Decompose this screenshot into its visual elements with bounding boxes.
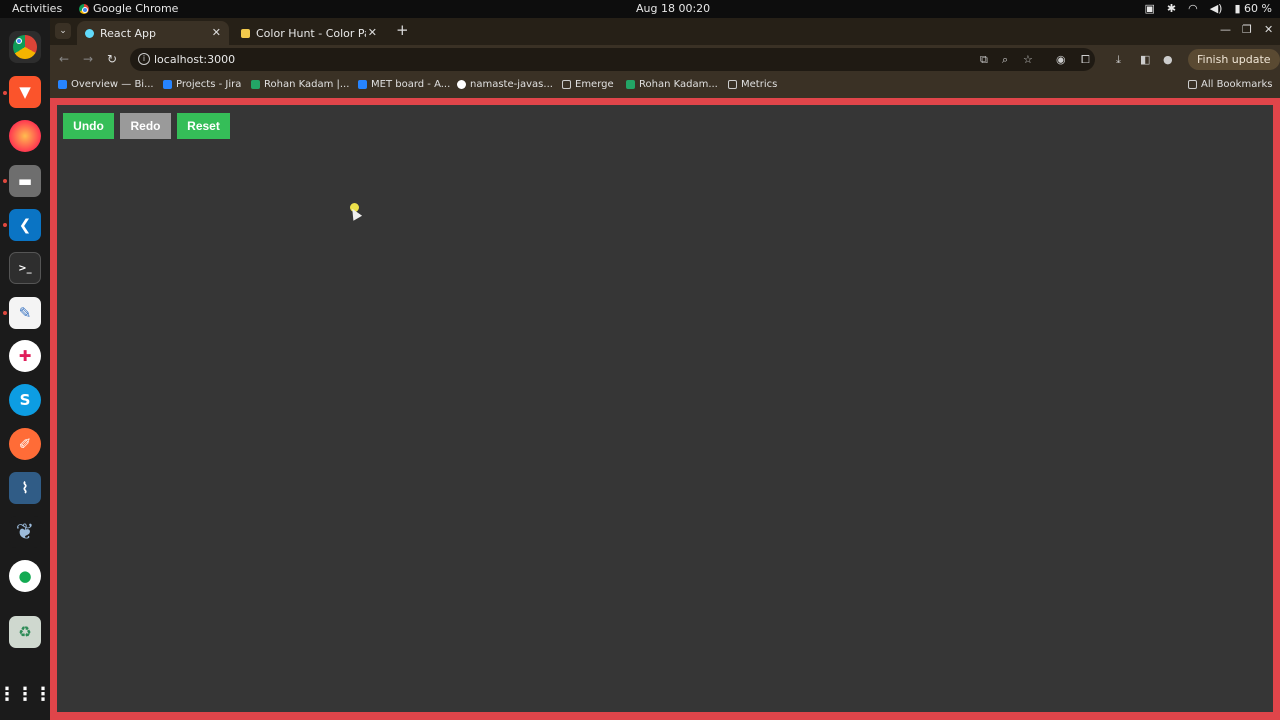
files-dock-icon[interactable]: ▬ <box>9 165 41 197</box>
bookmark-label: Emerge <box>575 79 614 90</box>
running-indicator <box>3 91 7 95</box>
terminal-dock-icon[interactable]: >_ <box>9 252 41 284</box>
battery-icon: ▮ <box>1234 2 1241 15</box>
sheets-icon <box>251 80 260 89</box>
running-indicator <box>3 223 7 227</box>
bookmark-label: Rohan Kadam... <box>639 79 718 90</box>
site-info-icon[interactable]: i <box>138 53 150 65</box>
bookmark-item[interactable]: Projects - Jira <box>163 79 241 90</box>
bookmark-icon <box>58 80 67 89</box>
react-icon <box>85 28 94 38</box>
forward-button[interactable]: → <box>83 52 93 66</box>
bookmark-label: Rohan Kadam |... <box>264 79 350 90</box>
download-icon[interactable]: ⤓ <box>1116 53 1121 67</box>
postman-dock-icon[interactable]: ✐ <box>9 428 41 460</box>
clock[interactable]: Aug 18 00:20 <box>636 2 710 15</box>
minimize-button[interactable]: — <box>1220 23 1231 36</box>
mongodb-compass-dock-icon[interactable]: ● <box>9 560 41 592</box>
chrome-icon <box>79 3 89 14</box>
volume-icon: ◀) <box>1209 2 1223 15</box>
tab-strip: ⌄ React App ✕ Color Hunt - Color Palett … <box>50 18 1280 45</box>
settings-icon: ✱ <box>1166 2 1177 15</box>
text-editor-dock-icon[interactable]: ✎ <box>9 297 41 329</box>
bookmark-label: Metrics <box>741 79 778 90</box>
close-tab-icon[interactable]: ✕ <box>212 26 221 39</box>
vscode-dock-icon[interactable]: ❮ <box>9 209 41 241</box>
page-viewport: Undo Redo Reset <box>50 98 1280 720</box>
folder-icon <box>562 80 571 89</box>
bookmark-folder[interactable]: Metrics <box>728 79 777 90</box>
url-text[interactable]: localhost:3000 <box>154 53 235 66</box>
bookmark-item[interactable]: Rohan Kadam... <box>626 79 718 90</box>
bookmark-label: Overview — Bi... <box>71 79 154 90</box>
running-indicator <box>3 311 7 315</box>
folder-icon <box>728 80 737 89</box>
running-indicator <box>3 179 7 183</box>
tab-label: Color Hunt - Color Palett <box>256 26 366 40</box>
skype-dock-icon[interactable]: S <box>9 384 41 416</box>
drawing-canvas[interactable]: Undo Redo Reset <box>57 105 1273 712</box>
app-menu[interactable]: Google Chrome <box>79 2 178 15</box>
bookmark-label: namaste-javas... <box>470 79 553 90</box>
bookmark-label: Projects - Jira <box>176 79 242 90</box>
browser-toolbar: ← → ↻ i localhost:3000 ⧉ ⌕ ☆ ◉ ⧠ ⤓ ◧ ● F… <box>50 45 1280 87</box>
bookmarks-bar: Overview — Bi... Projects - Jira Rohan K… <box>50 74 1280 98</box>
chrome-dock-icon[interactable] <box>9 31 41 63</box>
tab-color-hunt[interactable]: Color Hunt - Color Palett ✕ <box>233 21 385 45</box>
camera-icon: ▣ <box>1144 2 1155 15</box>
dock: ▼ ▬ ❮ >_ ✎ ✚ S ✐ ⌇ ❦ ● ♻ ⋮⋮⋮ <box>0 18 52 720</box>
pgadmin-dock-icon[interactable]: ❦ <box>9 516 41 548</box>
chrome-icon <box>13 35 37 59</box>
redo-button[interactable]: Redo <box>120 113 171 139</box>
address-bar[interactable]: i localhost:3000 ⧉ ⌕ ☆ <box>130 48 1095 71</box>
bookmark-item[interactable]: Rohan Kadam |... <box>251 79 349 90</box>
slack-dock-icon[interactable]: ✚ <box>9 340 41 372</box>
profile-avatar-icon[interactable]: ● <box>1163 53 1173 66</box>
extensions-puzzle-icon[interactable]: ⧠ <box>1081 53 1090 67</box>
tab-search-button[interactable]: ⌄ <box>55 23 71 39</box>
activities-button[interactable]: Activities <box>12 2 62 15</box>
sheets-icon <box>626 80 635 89</box>
show-apps-button[interactable]: ⋮⋮⋮ <box>0 678 52 710</box>
jira-icon <box>358 80 367 89</box>
tab-react-app[interactable]: React App ✕ <box>77 21 229 45</box>
bookmark-folder[interactable]: Emerge <box>562 79 614 90</box>
github-icon <box>457 80 466 89</box>
close-window-button[interactable]: ✕ <box>1264 23 1273 36</box>
finish-update-button[interactable]: Finish update ⋮ <box>1188 49 1280 87</box>
side-panel-icon[interactable]: ◧ <box>1140 53 1150 66</box>
bookmark-item[interactable]: namaste-javas... <box>457 79 553 90</box>
jira-icon <box>163 80 172 89</box>
extension-circle-icon[interactable]: ◉ <box>1056 53 1066 66</box>
finish-update-label: Finish update <box>1197 53 1271 66</box>
all-bookmarks-folder[interactable]: All Bookmarks <box>1188 79 1272 90</box>
reset-button[interactable]: Reset <box>177 113 230 139</box>
color-hunt-icon <box>241 28 250 38</box>
mysql-workbench-dock-icon[interactable]: ⌇ <box>9 472 41 504</box>
trash-dock-icon[interactable]: ♻ <box>9 616 41 648</box>
zoom-icon[interactable]: ⌕ <box>1002 53 1008 67</box>
new-tab-button[interactable]: + <box>396 21 409 39</box>
undo-button[interactable]: Undo <box>63 113 114 139</box>
battery-percent: 60 % <box>1244 2 1272 15</box>
install-app-icon[interactable]: ⧉ <box>980 53 988 67</box>
system-tray[interactable]: ▣ ✱ ◠ ◀) ▮ 60 % <box>1144 2 1272 15</box>
bookmark-label: MET board - A... <box>371 79 451 90</box>
reload-button[interactable]: ↻ <box>107 52 117 66</box>
back-button[interactable]: ← <box>59 52 69 66</box>
brave-dock-icon[interactable]: ▼ <box>9 76 41 108</box>
battery-indicator: ▮ 60 % <box>1234 2 1272 15</box>
app-name: Google Chrome <box>93 2 179 15</box>
wifi-icon: ◠ <box>1188 2 1198 15</box>
folder-icon <box>1188 80 1197 89</box>
system-top-bar: Activities Google Chrome Aug 18 00:20 ▣ … <box>0 0 1280 18</box>
bookmark-label: All Bookmarks <box>1201 79 1273 90</box>
bookmark-item[interactable]: Overview — Bi... <box>58 79 154 90</box>
close-tab-icon[interactable]: ✕ <box>368 26 377 39</box>
firefox-dock-icon[interactable] <box>9 120 41 152</box>
bookmark-item[interactable]: MET board - A... <box>358 79 450 90</box>
tab-label: React App <box>100 26 157 40</box>
bookmark-star-icon[interactable]: ☆ <box>1023 53 1033 66</box>
maximize-button[interactable]: ❐ <box>1242 23 1252 36</box>
